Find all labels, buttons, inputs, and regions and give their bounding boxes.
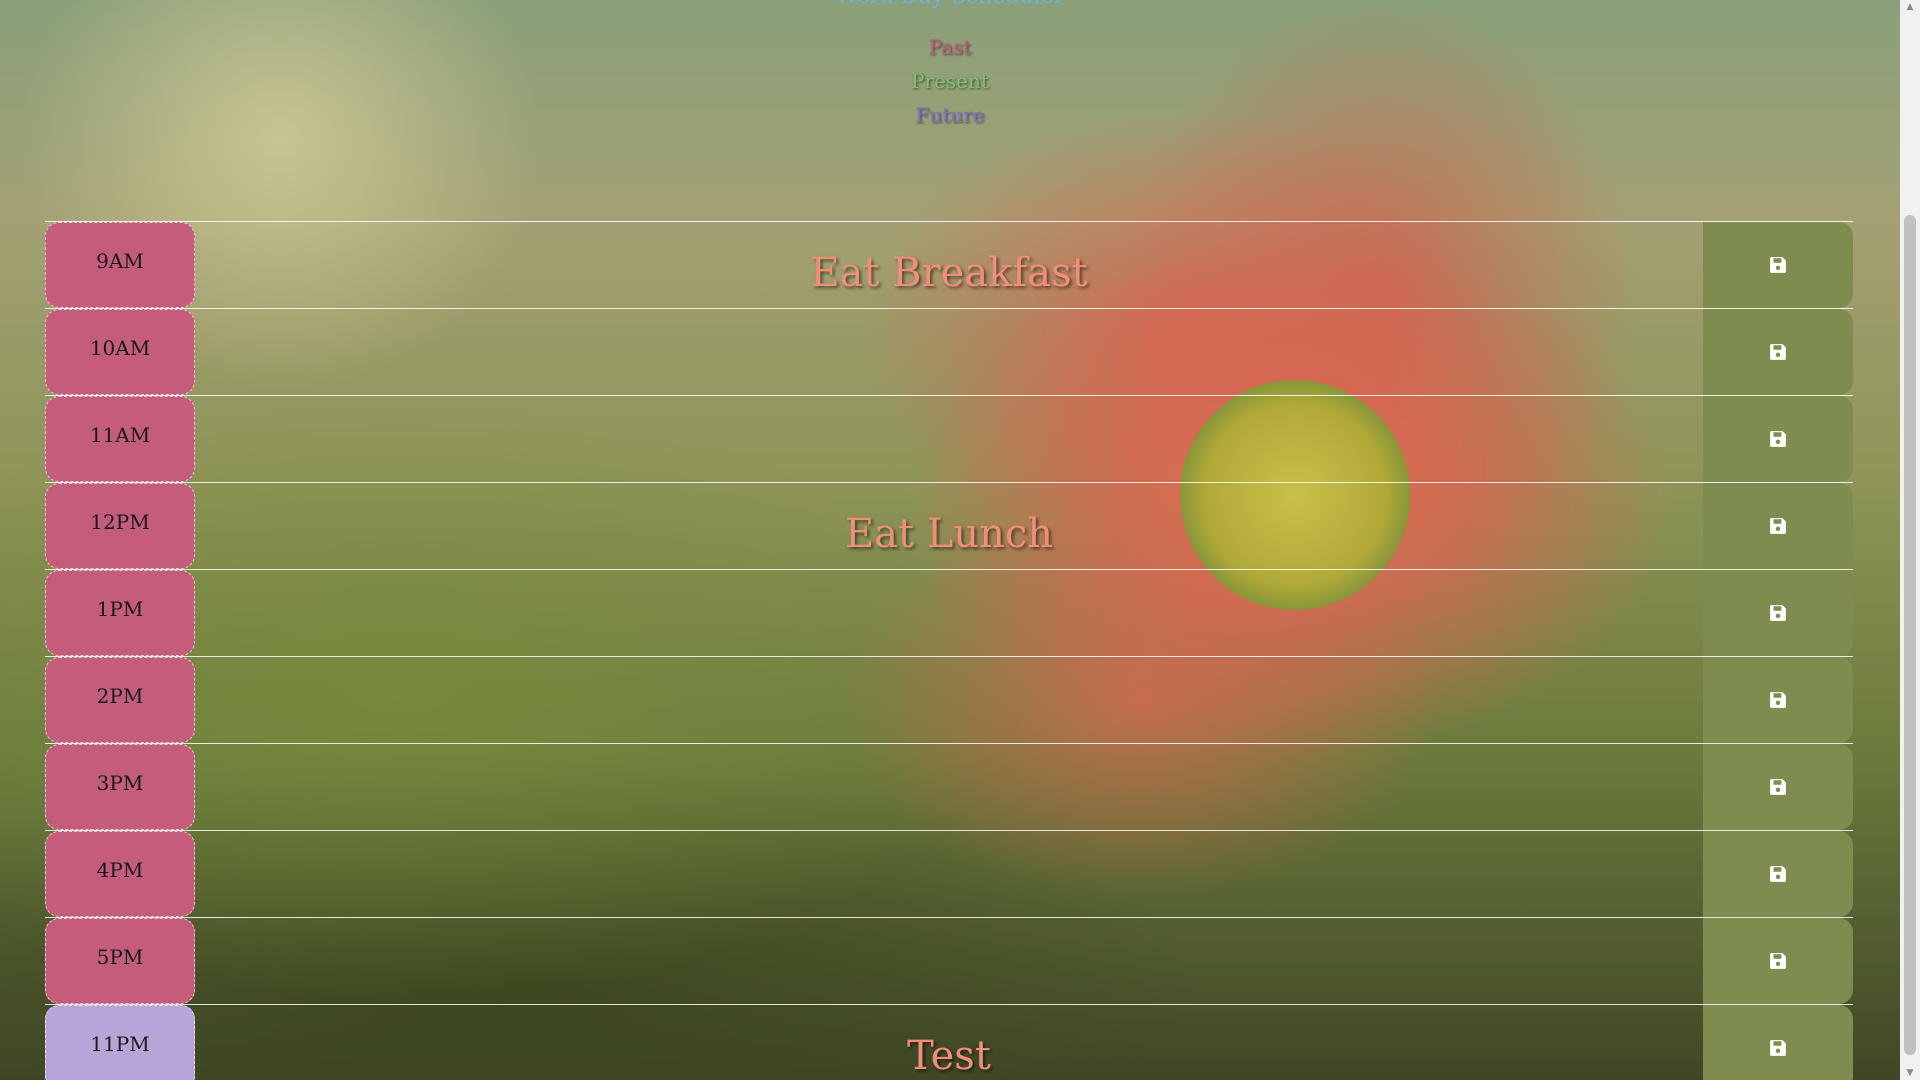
hour-label: 5PM bbox=[45, 918, 195, 1004]
vertical-scrollbar[interactable]: ▲ ▼ bbox=[1900, 0, 1920, 1080]
save-button[interactable] bbox=[1703, 396, 1853, 482]
event-input[interactable] bbox=[195, 831, 1703, 917]
floppy-disk-icon bbox=[1770, 605, 1786, 621]
save-button[interactable] bbox=[1703, 309, 1853, 395]
save-button[interactable] bbox=[1703, 570, 1853, 656]
event-input[interactable] bbox=[195, 918, 1703, 1004]
floppy-disk-icon bbox=[1770, 692, 1786, 708]
floppy-disk-icon bbox=[1770, 953, 1786, 969]
hour-label: 11PM bbox=[45, 1005, 195, 1080]
floppy-disk-icon bbox=[1770, 518, 1786, 534]
event-input[interactable] bbox=[195, 483, 1703, 569]
legend-present: Present bbox=[911, 69, 989, 93]
save-button[interactable] bbox=[1703, 222, 1853, 308]
save-button[interactable] bbox=[1703, 657, 1853, 743]
event-input[interactable] bbox=[195, 309, 1703, 395]
floppy-disk-icon bbox=[1770, 779, 1786, 795]
time-block-row: 3PM bbox=[45, 743, 1853, 830]
event-input[interactable] bbox=[195, 222, 1703, 308]
hour-label: 1PM bbox=[45, 570, 195, 656]
save-button[interactable] bbox=[1703, 744, 1853, 830]
time-block-row: 12PM bbox=[45, 482, 1853, 569]
floppy-disk-icon bbox=[1770, 257, 1786, 273]
scroll-thumb[interactable] bbox=[1904, 215, 1916, 1055]
hour-label: 9AM bbox=[45, 222, 195, 308]
save-button[interactable] bbox=[1703, 483, 1853, 569]
save-button[interactable] bbox=[1703, 1005, 1853, 1080]
scroll-up-arrow-icon[interactable]: ▲ bbox=[1900, 0, 1920, 14]
legend-future: Future bbox=[915, 103, 985, 127]
scroll-down-arrow-icon[interactable]: ▼ bbox=[1900, 1066, 1920, 1080]
event-input[interactable] bbox=[195, 570, 1703, 656]
time-block-row: 11PM bbox=[45, 1004, 1853, 1080]
floppy-disk-icon bbox=[1770, 866, 1786, 882]
save-button[interactable] bbox=[1703, 918, 1853, 1004]
legend-past: Past bbox=[928, 35, 972, 59]
time-block-row: 10AM bbox=[45, 308, 1853, 395]
schedule-rows: 9AM 10AM 11AM 12PM 1PM 2PM bbox=[45, 221, 1853, 1080]
time-block-row: 5PM bbox=[45, 917, 1853, 1004]
floppy-disk-icon bbox=[1770, 431, 1786, 447]
event-input[interactable] bbox=[195, 744, 1703, 830]
event-input[interactable] bbox=[195, 657, 1703, 743]
time-block-row: 11AM bbox=[45, 395, 1853, 482]
hour-label: 11AM bbox=[45, 396, 195, 482]
time-block-row: 1PM bbox=[45, 569, 1853, 656]
floppy-disk-icon bbox=[1770, 344, 1786, 360]
time-block-row: 4PM bbox=[45, 830, 1853, 917]
time-block-row: 2PM bbox=[45, 656, 1853, 743]
hour-label: 12PM bbox=[45, 483, 195, 569]
event-input[interactable] bbox=[195, 1005, 1703, 1080]
hour-label: 3PM bbox=[45, 744, 195, 830]
time-block-row: 9AM bbox=[45, 221, 1853, 308]
page-title: Work Day Scheduler bbox=[0, 0, 1900, 9]
hour-label: 10AM bbox=[45, 309, 195, 395]
hour-label: 4PM bbox=[45, 831, 195, 917]
legend: Past Present Future bbox=[0, 30, 1900, 132]
floppy-disk-icon bbox=[1770, 1040, 1786, 1056]
event-input[interactable] bbox=[195, 396, 1703, 482]
save-button[interactable] bbox=[1703, 831, 1853, 917]
hour-label: 2PM bbox=[45, 657, 195, 743]
